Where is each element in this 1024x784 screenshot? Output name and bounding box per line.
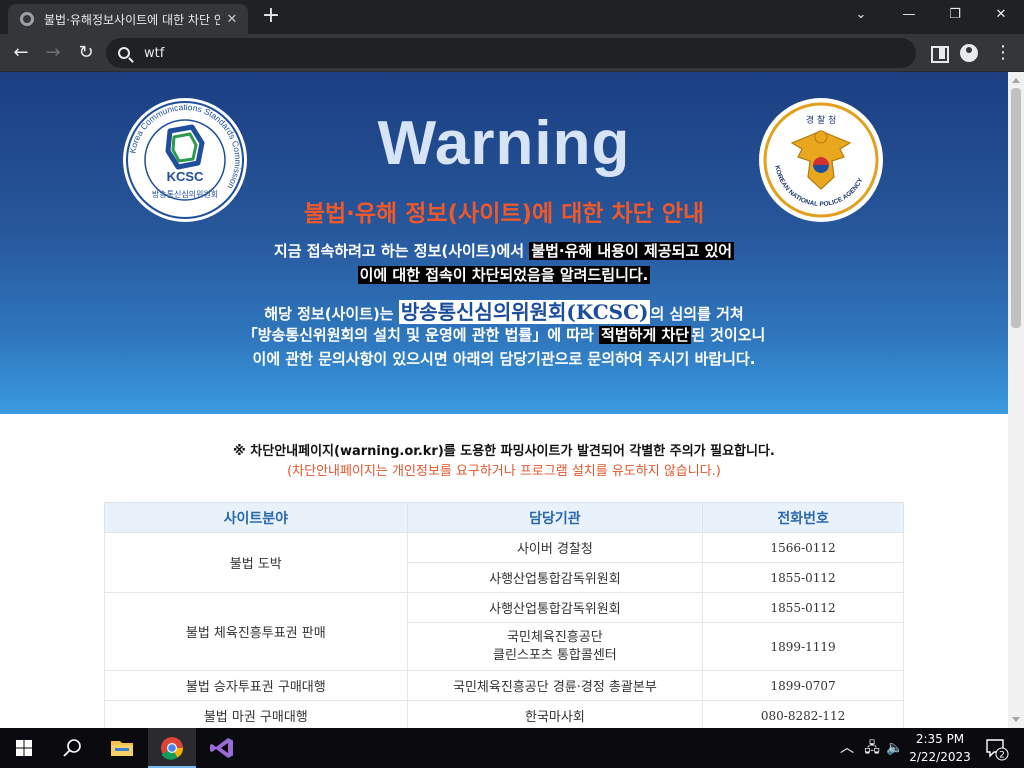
tab-search-icon[interactable]: ⌄ xyxy=(838,0,884,30)
page-scrollbar[interactable] xyxy=(1008,72,1024,728)
taskbar-search-button[interactable] xyxy=(48,728,96,768)
table-row: 불법 도박 사이버 경찰청 1566-0112 xyxy=(104,532,904,593)
network-icon[interactable]: 🖧 xyxy=(860,728,884,768)
new-tab-button[interactable]: + xyxy=(258,4,284,30)
agency-cell: 사행산업통합감독위원회 xyxy=(406,562,704,593)
banner-line-2: 이에 대한 접속이 차단되었음을 알려드립니다. xyxy=(0,264,1008,285)
phone-cell: 1566-0112 xyxy=(702,532,904,563)
table-row: 불법 체육진흥투표권 판매 사행산업통합감독위원회 1855-0112 xyxy=(104,592,904,671)
address-text[interactable]: wtf xyxy=(144,46,164,61)
agency-cell: 한국마사회 xyxy=(406,700,704,728)
field-cell: 불법 도박 xyxy=(104,532,408,593)
volume-muted-icon[interactable]: 🔈 xyxy=(884,728,906,768)
clock-date: 2/22/2023 xyxy=(909,750,971,764)
back-button[interactable]: ← xyxy=(8,40,34,66)
visual-studio-icon xyxy=(210,738,233,758)
agency-cell: 사행산업통합감독위원회 xyxy=(406,592,704,623)
scroll-down-icon[interactable] xyxy=(1012,717,1020,722)
warning-banner: Korea Communications Standards Commissio… xyxy=(0,72,1008,414)
kcsc-highlight: 방송통신심의위원회(KCSC) xyxy=(398,300,651,324)
phone-cell: 1855-0112 xyxy=(702,562,904,593)
banner-line-5: 이에 관한 문의사항이 있으시면 아래의 담당기관으로 문의하여 주시기 바랍니… xyxy=(252,350,756,368)
text-segment: 된 것이오니 xyxy=(691,326,766,344)
agency-cell: 국민체육진흥공단 경륜·경정 총괄본부 xyxy=(406,670,704,701)
restore-button[interactable]: ❐ xyxy=(932,0,978,30)
menu-icon[interactable]: ⋮ xyxy=(990,40,1016,66)
notification-bubble-icon: 2 xyxy=(986,739,1009,761)
table-row: 불법 승자투표권 구매대행 국민체육진흥공단 경륜·경정 총괄본부 1899-0… xyxy=(104,670,904,701)
close-window-button[interactable]: ✕ xyxy=(978,0,1024,30)
table-header-row: 사이트분야 담당기관 전화번호 xyxy=(104,502,904,533)
search-icon xyxy=(118,47,130,59)
phone-cell: 1899-1119 xyxy=(702,622,904,671)
pharming-notice: ※ 차단안내페이지(warning.or.kr)를 도용한 파밍사이트가 발견되… xyxy=(233,444,775,459)
tab-close-icon[interactable]: ✕ xyxy=(224,12,240,27)
column-header-field: 사이트분야 xyxy=(104,502,408,533)
highlight-text: 이에 대한 접속이 차단되었음을 알려드립니다. xyxy=(357,266,651,284)
blocking-subtitle: 불법·유해 정보(사이트)에 대한 차단 안내 xyxy=(303,201,705,227)
text-segment: 「방송통신위원회의 설치 및 운영에 관한 법률」에 따라 xyxy=(242,326,600,344)
taskbar-clock[interactable]: 2:35 PM 2/22/2023 xyxy=(908,730,972,766)
chrome-taskbar-button[interactable] xyxy=(148,728,196,768)
side-panel-icon[interactable] xyxy=(925,40,951,66)
highlight-text: 적법하게 차단 xyxy=(599,326,692,344)
column-header-agency: 담당기관 xyxy=(406,502,704,533)
banner-line-4: 「방송통신위원회의 설치 및 운영에 관한 법률」에 따라 적법하게 차단 된 것… xyxy=(0,324,1008,345)
forward-button[interactable]: → xyxy=(40,40,66,66)
agency-table: 사이트분야 담당기관 전화번호 불법 도박 사이버 경찰청 1566-0112 … xyxy=(104,502,904,728)
browser-toolbar: ← → ↻ wtf ⋮ xyxy=(0,34,1024,72)
visual-studio-button[interactable] xyxy=(198,728,246,768)
phone-cell: 1899-0707 xyxy=(702,670,904,701)
banner-line-1: 지금 접속하려고 하는 정보(사이트)에서 불법·유해 내용이 제공되고 있어 xyxy=(0,240,1008,261)
folder-icon xyxy=(111,741,133,756)
notification-center-icon[interactable]: 2 xyxy=(980,728,1010,768)
search-icon xyxy=(63,739,81,757)
field-cell: 불법 체육진흥투표권 판매 xyxy=(104,592,408,671)
field-cell: 불법 마권 구매대행 xyxy=(104,700,408,728)
minimize-button[interactable]: — xyxy=(886,0,932,30)
tray-chevron-icon[interactable]: ︿ xyxy=(836,728,858,768)
text-segment: 의 심의를 거쳐 xyxy=(650,305,744,323)
globe-icon xyxy=(20,12,34,26)
phone-cell: 080-8282-112 xyxy=(702,700,904,728)
clock-time: 2:35 PM xyxy=(915,732,965,746)
column-header-phone: 전화번호 xyxy=(702,502,904,533)
windows-start-button[interactable] xyxy=(0,728,48,768)
warning-title: Warning xyxy=(377,109,631,178)
scroll-up-icon[interactable] xyxy=(1012,78,1020,83)
text-segment: 해당 정보(사이트)는 xyxy=(264,305,399,323)
text-segment: 지금 접속하려고 하는 정보(사이트)에서 xyxy=(273,242,530,260)
highlight-text: 불법·유해 내용이 제공되고 있어 xyxy=(529,242,735,260)
windows-taskbar: ︿ 🖧 🔈 2:35 PM 2/22/2023 2 xyxy=(0,728,1024,768)
agency-cell: 국민체육진흥공단 클린스포츠 통합콜센터 xyxy=(406,622,704,671)
svg-text:2: 2 xyxy=(999,751,1005,761)
page-viewport: Korea Communications Standards Commissio… xyxy=(0,72,1008,728)
reload-button[interactable]: ↻ xyxy=(73,40,99,66)
browser-titlebar: 불법·유해정보사이트에 대한 차단 안내 ✕ + ⌄ — ❐ ✕ xyxy=(0,0,1024,34)
browser-tab[interactable]: 불법·유해정보사이트에 대한 차단 안내 ✕ xyxy=(8,4,248,34)
phone-cell: 1855-0112 xyxy=(702,592,904,623)
chrome-icon xyxy=(161,737,183,760)
banner-line-3: 해당 정보(사이트)는 방송통신심의위원회(KCSC) 의 심의를 거쳐 xyxy=(0,296,1008,325)
scroll-thumb[interactable] xyxy=(1011,88,1021,328)
agency-cell: 사이버 경찰청 xyxy=(406,532,704,563)
file-explorer-button[interactable] xyxy=(98,728,146,768)
table-row: 불법 마권 구매대행 한국마사회 080-8282-112 xyxy=(104,700,904,728)
privacy-notice: (차단안내페이지는 개인정보를 요구하거나 프로그램 설치를 유도하지 않습니다… xyxy=(287,464,721,479)
windows-logo-icon xyxy=(16,740,32,756)
address-bar[interactable]: wtf xyxy=(106,38,916,68)
tab-title: 불법·유해정보사이트에 대한 차단 안내 xyxy=(44,12,220,27)
field-cell: 불법 승자투표권 구매대행 xyxy=(104,670,408,701)
profile-icon[interactable] xyxy=(956,40,982,66)
